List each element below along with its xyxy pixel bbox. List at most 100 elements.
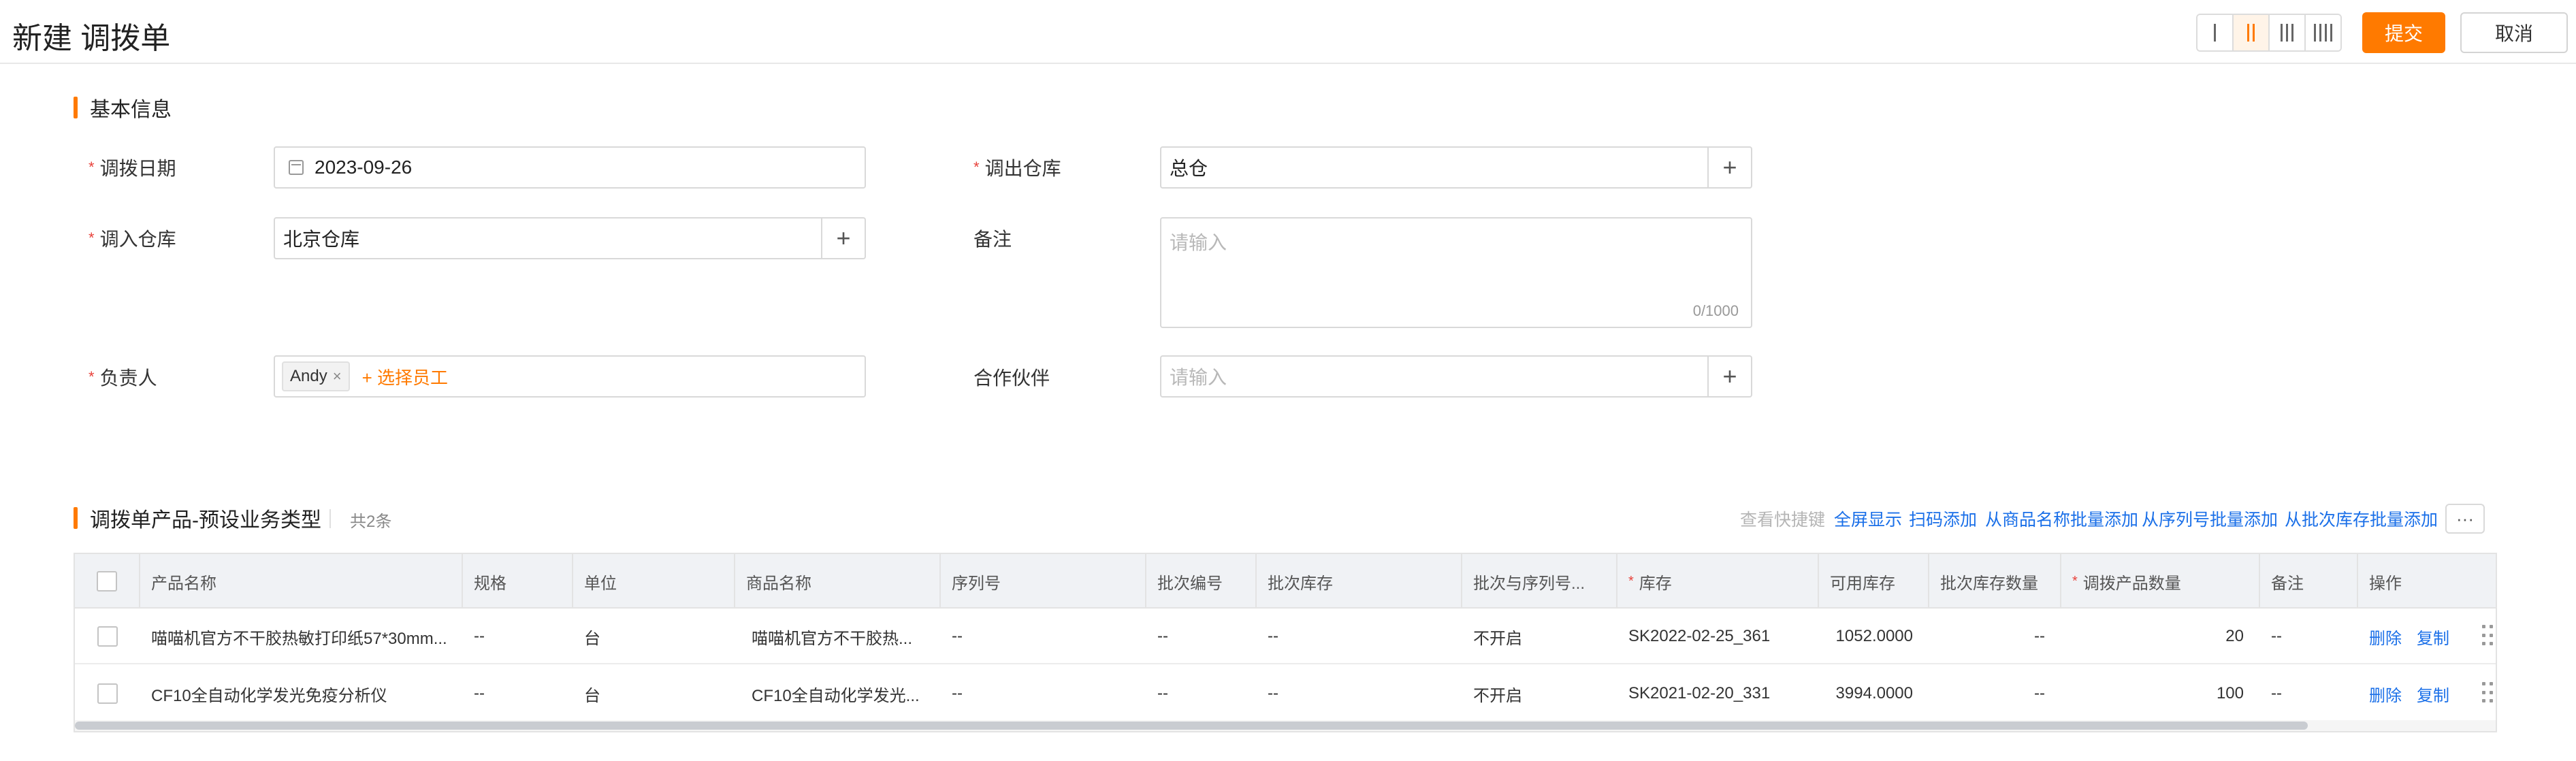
- batch-no-cell: --: [1157, 627, 1168, 645]
- batch-add-by-serial-link[interactable]: 从序列号批量添加: [2142, 506, 2278, 531]
- partner-placeholder: 请输入: [1170, 367, 1227, 388]
- column-header[interactable]: 商品名称: [735, 554, 941, 609]
- out-warehouse-field[interactable]: 总仓 +: [1160, 146, 1752, 189]
- column-header[interactable]: * 库存: [1617, 554, 1819, 609]
- available-cell: 1052.0000: [1835, 627, 1913, 645]
- partner-label-text: 合作伙伴: [973, 368, 1050, 389]
- batch-qty-cell: --: [2034, 684, 2045, 702]
- remove-tag-close-icon[interactable]: ×: [333, 368, 342, 385]
- page-title: 新建 调拨单: [12, 22, 171, 55]
- required-mark: *: [88, 368, 95, 385]
- stock-cell: SK2021-02-20_331: [1628, 684, 1771, 702]
- title-divider: [329, 509, 331, 528]
- column-header[interactable]: 规格: [463, 554, 573, 609]
- add-out-warehouse-plus-icon[interactable]: +: [1707, 148, 1751, 187]
- transfer-qty-cell[interactable]: 100: [2061, 666, 2260, 722]
- batch-stock-cell: --: [1268, 684, 1278, 702]
- in-warehouse-label-text: 调入仓库: [99, 229, 176, 250]
- batch-add-by-name-link[interactable]: 从商品名称批量添加: [1985, 506, 2138, 531]
- remark-counter: 0/1000: [1692, 302, 1739, 319]
- three-column-icon: [2281, 24, 2293, 42]
- table-row[interactable]: CF10全自动化学发光免疫分析仪 -- 台 CF10全自动化学发光... -- …: [75, 666, 2496, 722]
- four-column-button[interactable]: [2306, 15, 2340, 50]
- required-mark: *: [88, 229, 95, 246]
- add-in-warehouse-plus-icon[interactable]: +: [821, 218, 865, 258]
- batch-serial-cell: 不开启: [1473, 629, 1522, 648]
- batch-add-by-batch-link[interactable]: 从批次库存批量添加: [2285, 506, 2438, 531]
- column-header[interactable]: * 调拨产品数量: [2061, 554, 2260, 609]
- more-options-button[interactable]: ···: [2445, 504, 2485, 534]
- goods-name-cell: CF10全自动化学发光...: [752, 686, 920, 705]
- goods-name-cell: 喵喵机官方不干胶热...: [752, 629, 913, 648]
- owner-label-text: 负责人: [99, 368, 157, 389]
- products-table: 产品名称 规格 单位 商品名称 序列号 批次编号 批次库存 批次与序列号... …: [74, 553, 2497, 732]
- column-header[interactable]: 可用库存: [1819, 554, 1929, 609]
- out-warehouse-value: 总仓: [1170, 158, 1208, 179]
- column-header[interactable]: 批次库存: [1257, 554, 1462, 609]
- required-mark: *: [88, 159, 95, 176]
- row-checkbox[interactable]: [97, 626, 118, 647]
- partner-field[interactable]: 请输入 +: [1160, 355, 1752, 398]
- available-cell: 3994.0000: [1835, 684, 1913, 702]
- layout-switcher: [2196, 14, 2342, 52]
- required-mark: *: [2072, 573, 2078, 589]
- row-checkbox-cell[interactable]: [75, 609, 140, 664]
- three-column-button[interactable]: [2270, 15, 2306, 50]
- table-row[interactable]: 喵喵机官方不干胶热敏打印纸57*30mm... -- 台 喵喵机官方不干胶热..…: [75, 609, 2496, 664]
- unit-cell: 台: [584, 686, 600, 705]
- fullscreen-link[interactable]: 全屏显示: [1834, 506, 1902, 531]
- one-column-icon: [2214, 24, 2216, 42]
- table-header: 产品名称 规格 单位 商品名称 序列号 批次编号 批次库存 批次与序列号... …: [75, 554, 2496, 609]
- column-header[interactable]: 备注: [2260, 554, 2358, 609]
- products-section-title: 调拨单产品-预设业务类型: [74, 506, 321, 532]
- remark-placeholder: 请输入: [1170, 232, 1227, 253]
- basic-info-title-text: 基本信息: [90, 99, 172, 121]
- copy-link[interactable]: 复制: [2417, 682, 2449, 706]
- column-header[interactable]: 批次编号: [1146, 554, 1257, 609]
- owner-tag: Andy ×: [282, 361, 350, 391]
- unit-cell: 台: [584, 629, 600, 648]
- row-checkbox[interactable]: [97, 683, 118, 704]
- column-header: 操作: [2369, 574, 2402, 593]
- scan-add-link[interactable]: 扫码添加: [1909, 506, 1977, 531]
- owner-tag-text: Andy: [290, 367, 327, 385]
- required-mark: *: [1628, 573, 1634, 589]
- copy-link[interactable]: 复制: [2417, 625, 2449, 649]
- shortcut-link[interactable]: 查看快捷键: [1740, 506, 1825, 531]
- transfer-qty-cell[interactable]: 20: [2061, 609, 2260, 664]
- owner-label: * 负责人: [88, 363, 157, 391]
- delete-link[interactable]: 删除: [2369, 625, 2402, 649]
- add-partner-plus-icon[interactable]: +: [1707, 357, 1751, 396]
- scrollbar-thumb[interactable]: [75, 722, 2308, 730]
- spec-cell: --: [474, 627, 485, 645]
- header-select-all[interactable]: [75, 554, 140, 609]
- one-column-button[interactable]: [2197, 15, 2234, 50]
- cancel-button[interactable]: 取消: [2460, 12, 2568, 53]
- delete-link[interactable]: 删除: [2369, 682, 2402, 706]
- batch-qty-cell: --: [2034, 627, 2045, 645]
- column-header[interactable]: 产品名称: [140, 554, 463, 609]
- choose-staff-link[interactable]: + 选择员工: [362, 364, 448, 389]
- column-header[interactable]: 序列号: [941, 554, 1146, 609]
- column-header[interactable]: 批次与序列号...: [1462, 554, 1617, 609]
- two-column-icon: [2247, 24, 2255, 42]
- two-column-button[interactable]: [2234, 15, 2270, 50]
- in-warehouse-field[interactable]: 北京仓库 +: [274, 217, 866, 259]
- owner-field[interactable]: Andy × + 选择员工: [274, 355, 866, 398]
- row-count-text: 共2条: [350, 513, 392, 531]
- horizontal-scrollbar[interactable]: [75, 720, 2496, 731]
- section-accent: [74, 97, 78, 118]
- remark-textarea[interactable]: 请输入 0/1000: [1160, 217, 1752, 328]
- column-header[interactable]: 单位: [573, 554, 735, 609]
- transfer-date-label: * 调拨日期: [88, 154, 176, 181]
- column-header[interactable]: 批次库存数量: [1929, 554, 2061, 609]
- operation-cell: 删除 复制: [2358, 666, 2496, 722]
- transfer-date-field[interactable]: 2023-09-26: [274, 146, 866, 189]
- remark-cell: --: [2271, 627, 2282, 645]
- select-all-checkbox[interactable]: [97, 571, 117, 592]
- drag-handle-icon[interactable]: [2482, 682, 2494, 705]
- row-checkbox-cell[interactable]: [75, 666, 140, 722]
- submit-button[interactable]: 提交: [2362, 12, 2445, 53]
- drag-handle-icon[interactable]: [2482, 625, 2494, 648]
- in-warehouse-value: 北京仓库: [283, 229, 360, 250]
